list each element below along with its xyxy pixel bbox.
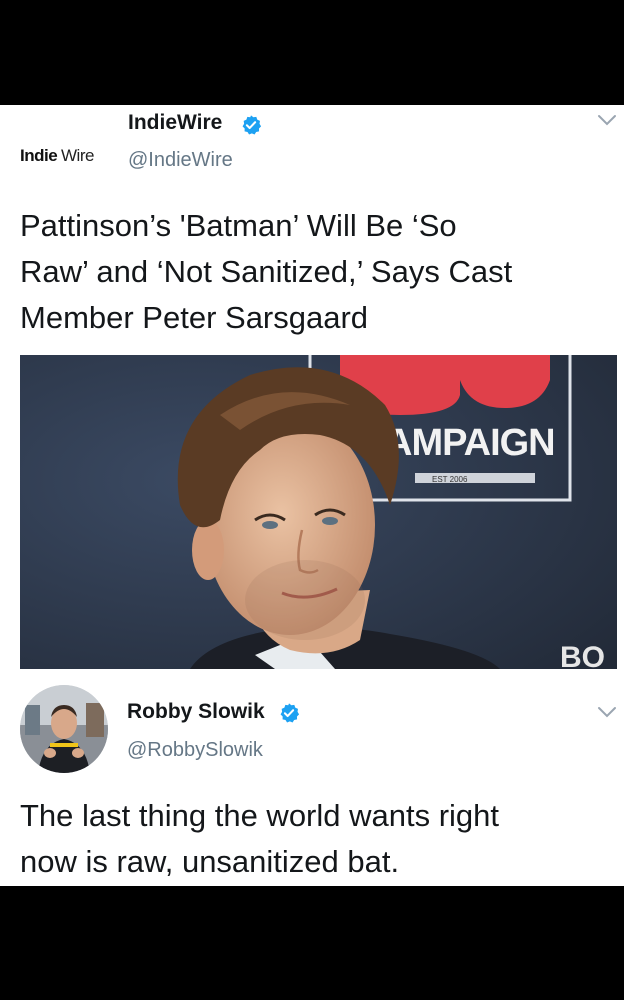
- verified-badge-icon: [242, 115, 262, 135]
- chevron-down-icon[interactable]: [596, 705, 618, 719]
- bottom-black-bar: [0, 886, 624, 1000]
- display-name[interactable]: IndieWire: [128, 111, 222, 135]
- top-black-bar: [0, 0, 624, 105]
- avatar-indiewire-logo[interactable]: Indie Wire: [20, 127, 120, 167]
- tweet-media-photo[interactable]: AMPAIGN EST 2006 BO: [20, 355, 617, 669]
- handle[interactable]: @RobbySlowik: [127, 739, 263, 762]
- verified-badge-icon: [280, 703, 300, 723]
- tweet-text-line: Raw’ and ‘Not Sanitized,’ Says Cast: [20, 254, 513, 289]
- backdrop-text: AMPAIGN: [385, 422, 555, 464]
- photo-robert-pattinson: AMPAIGN EST 2006 BO: [20, 355, 617, 669]
- logo-text-indie: Indie: [20, 146, 57, 165]
- handle[interactable]: @IndieWire: [128, 149, 233, 172]
- avatar-robby-slowik[interactable]: [20, 685, 108, 773]
- tweet-text-line: Pattinson’s 'Batman’ Will Be ‘So: [20, 208, 457, 243]
- indiewire-logo-icon: Indie Wire: [20, 146, 94, 165]
- tweet-text-line: The last thing the world wants right: [20, 798, 500, 833]
- tweet-text-line: now is raw, unsanitized bat.: [20, 844, 400, 879]
- backdrop-corner-text: BO: [560, 641, 605, 669]
- tweet-indiewire[interactable]: Indie Wire IndieWire @IndieWire Pattinso…: [0, 105, 624, 685]
- tweet-text-line: Member Peter Sarsgaard: [20, 300, 369, 335]
- tweet-text: The last thing the world wants right now…: [20, 793, 610, 885]
- display-name[interactable]: Robby Slowik: [127, 700, 265, 724]
- tweet-text: Pattinson’s 'Batman’ Will Be ‘So Raw’ an…: [20, 203, 610, 341]
- backdrop-small-text: EST 2006: [432, 475, 468, 484]
- tweet-screenshot-card: Indie Wire IndieWire @IndieWire Pattinso…: [0, 105, 624, 886]
- avatar-photo: [20, 685, 108, 773]
- logo-text-wire: Wire: [61, 146, 94, 165]
- chevron-down-icon[interactable]: [596, 113, 618, 127]
- tweet-robbyslowik[interactable]: Robby Slowik @RobbySlowik The last thing…: [0, 685, 624, 886]
